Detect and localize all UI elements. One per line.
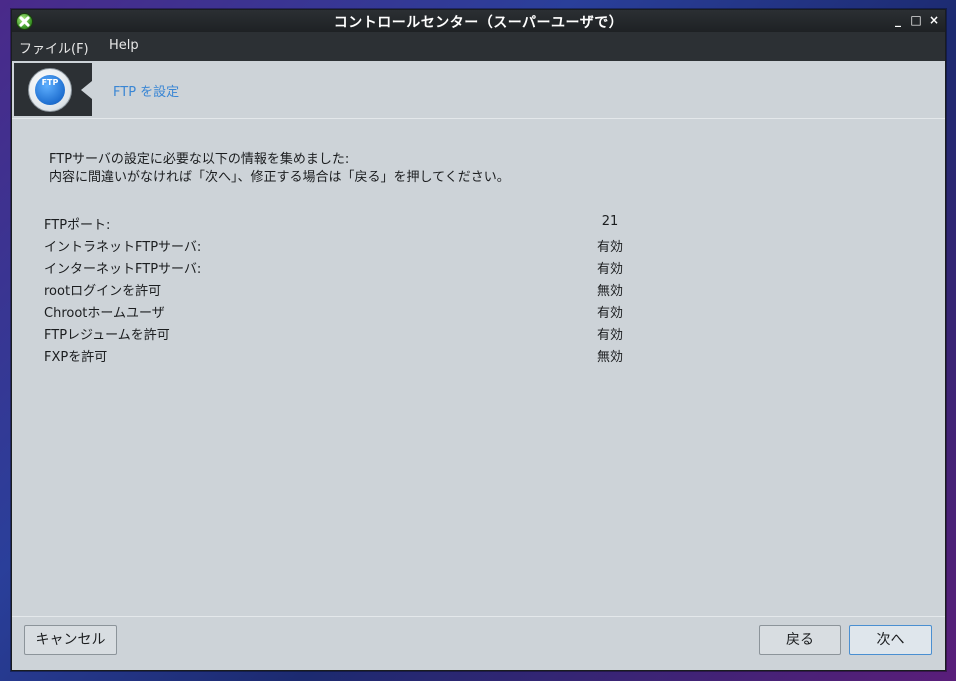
- cancel-button[interactable]: キャンセル: [24, 625, 117, 655]
- settings-summary: FTPポート: 21 イントラネットFTPサーバ: 有効 インターネットFTPサ…: [44, 212, 644, 366]
- header-icon-box: FTP: [14, 63, 92, 116]
- ftp-icon-label: FTP: [41, 78, 59, 87]
- intro-line-1: FTPサーバの設定に必要な以下の情報を集めました:: [49, 152, 350, 167]
- setting-label: イントラネットFTPサーバ:: [44, 240, 202, 255]
- setting-value: 有効: [596, 240, 623, 255]
- setting-label: FTPレジュームを許可: [44, 328, 170, 343]
- setting-label: インターネットFTPサーバ:: [44, 262, 202, 277]
- setting-value: 有効: [596, 306, 623, 321]
- menu-file[interactable]: ファイル(F): [19, 38, 89, 57]
- setting-row: イントラネットFTPサーバ: 有効: [44, 234, 644, 256]
- setting-row: Chrootホームユーザ 有効: [44, 300, 644, 322]
- setting-row: FTPレジュームを許可 有効: [44, 322, 644, 344]
- menu-help[interactable]: Help: [109, 38, 139, 53]
- back-button[interactable]: 戻る: [759, 625, 841, 655]
- close-icon[interactable]: ×: [927, 13, 941, 27]
- title-bar[interactable]: コントロールセンター（スーパーユーザで） _ □ ×: [12, 10, 945, 32]
- setting-label: Chrootホームユーザ: [44, 306, 165, 321]
- setting-value: 無効: [596, 350, 623, 365]
- page-title: FTP を設定: [113, 85, 180, 100]
- setting-value: 有効: [596, 262, 623, 277]
- minimize-icon[interactable]: _: [891, 13, 905, 27]
- next-button[interactable]: 次へ: [849, 625, 932, 655]
- page-header: FTP FTP を設定: [12, 61, 945, 119]
- menu-bar: ファイル(F) Help: [12, 32, 945, 61]
- setting-value: 21: [601, 214, 619, 229]
- setting-value: 無効: [596, 284, 623, 299]
- ftp-icon: FTP: [28, 68, 72, 112]
- intro-text: FTPサーバの設定に必要な以下の情報を集めました: 内容に間違いがなければ「次へ…: [49, 151, 510, 187]
- setting-row: FXPを許可 無効: [44, 344, 644, 366]
- footer-divider: [12, 616, 945, 617]
- setting-row: rootログインを許可 無効: [44, 278, 644, 300]
- setting-row: FTPポート: 21: [44, 212, 644, 234]
- setting-label: FTPポート:: [44, 218, 111, 233]
- setting-value: 有効: [596, 328, 623, 343]
- setting-label: FXPを許可: [44, 350, 108, 365]
- maximize-icon[interactable]: □: [909, 13, 923, 27]
- intro-line-2: 内容に間違いがなければ「次へ」、修正する場合は「戻る」を押してください。: [49, 170, 510, 185]
- window-title: コントロールセンター（スーパーユーザで）: [333, 15, 624, 31]
- control-center-window: コントロールセンター（スーパーユーザで） _ □ × ファイル(F) Help …: [11, 9, 946, 671]
- setting-row: インターネットFTPサーバ: 有効: [44, 256, 644, 278]
- setting-label: rootログインを許可: [44, 284, 162, 299]
